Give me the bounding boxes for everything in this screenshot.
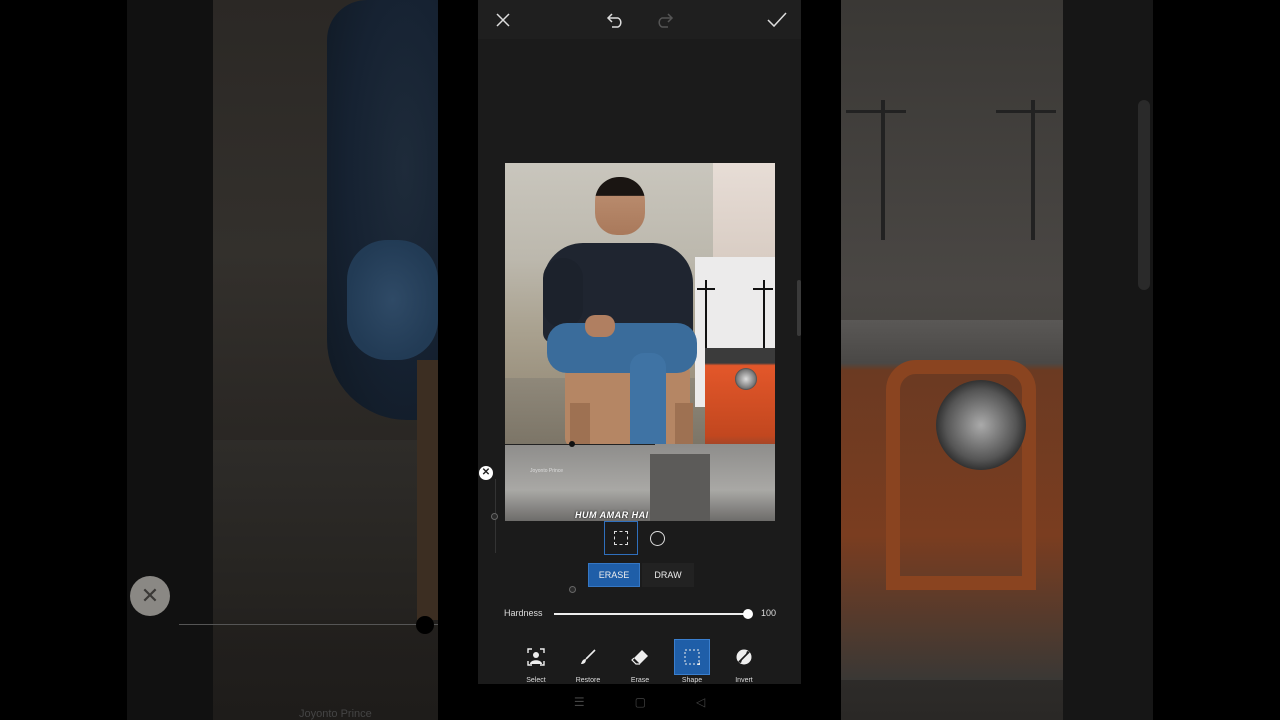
tool-label: Restore: [575, 677, 601, 684]
backdrop-pole-bar: [846, 110, 906, 113]
undo-icon[interactable]: [604, 9, 628, 31]
background-right-blur: [841, 0, 1153, 720]
remove-shape-icon[interactable]: ✕: [479, 466, 493, 480]
select-person-icon: [518, 639, 554, 675]
photo-person-arm: [543, 258, 583, 328]
backdrop-line: [179, 624, 438, 625]
backdrop-pole-bar: [996, 110, 1056, 113]
hardness-label: Hardness: [504, 608, 543, 618]
shape-selector: [604, 521, 674, 555]
tool-restore[interactable]: Restore: [562, 639, 614, 685]
photo-pink-patch: [713, 163, 775, 257]
circle-shape-icon: [649, 530, 665, 546]
hardness-slider[interactable]: [554, 609, 753, 619]
photo-person-jeans: [547, 323, 697, 373]
hardness-value: 100: [761, 608, 777, 618]
photo-caption-text: HUM AMAR HAI: [575, 510, 649, 520]
backdrop-chair: [417, 360, 438, 620]
photo-jeep-lamp: [735, 368, 757, 390]
backdrop-jeep-lamp: [936, 380, 1026, 470]
backdrop-dot: [416, 616, 434, 634]
photo-layer[interactable]: Joyonto Prince HUM AMAR HAI: [505, 163, 775, 521]
rectangle-shape-button[interactable]: [604, 521, 638, 555]
tool-label: Erase: [630, 677, 650, 684]
phone-screen: Joyonto Prince HUM AMAR HAI ✕ ERASE DRAW…: [478, 0, 801, 684]
erase-mode-button[interactable]: ERASE: [588, 563, 640, 587]
backdrop-close-icon: ✕: [130, 576, 170, 616]
bottom-toolbar: Select Restore Erase Shape Invert: [510, 639, 770, 685]
shape-erase-region-part: [650, 454, 710, 521]
backdrop-floor: [213, 440, 438, 620]
hardness-slider-thumb[interactable]: [743, 609, 753, 619]
tool-shape[interactable]: Shape: [666, 639, 718, 685]
tool-select[interactable]: Select: [510, 639, 562, 685]
tool-label: Select: [526, 677, 546, 684]
photo-person-head: [595, 177, 645, 235]
side-scroll-handle[interactable]: [797, 280, 801, 336]
invert-icon: [726, 639, 762, 675]
editing-canvas[interactable]: Joyonto Prince HUM AMAR HAI ✕: [478, 39, 801, 553]
tool-label: Shape: [681, 677, 703, 684]
watermark-text: Joyonto Prince: [530, 468, 564, 474]
tool-erase[interactable]: Erase: [614, 639, 666, 685]
shape-icon: [674, 639, 710, 675]
hardness-slider-row: Hardness 100: [504, 606, 784, 622]
selection-edge: [505, 444, 655, 445]
draw-mode-button[interactable]: DRAW: [642, 563, 694, 587]
backdrop-pole: [1031, 100, 1035, 240]
backdrop-pole: [881, 100, 885, 240]
close-icon[interactable]: [492, 10, 514, 30]
eraser-icon: [622, 639, 658, 675]
menu-icon[interactable]: ☰: [574, 695, 585, 709]
mode-toggle: ERASE DRAW: [588, 563, 694, 587]
circle-shape-button[interactable]: [640, 521, 674, 555]
hardness-slider-fill: [554, 613, 748, 615]
redo-icon[interactable]: [652, 9, 676, 31]
backdrop-scroll-shadow: [1138, 100, 1150, 290]
photo-pole-bar: [697, 288, 715, 290]
photo-pole-bar: [753, 288, 773, 290]
selection-handle[interactable]: [569, 441, 575, 447]
photo-person-hand: [585, 315, 615, 337]
brush-icon: [570, 639, 606, 675]
home-icon[interactable]: ▢: [635, 695, 646, 709]
background-left-blur: ✕ Joyonto Prince: [127, 0, 438, 720]
shape-corner-handle[interactable]: [491, 513, 498, 520]
rectangle-shape-icon: [614, 531, 628, 545]
back-icon[interactable]: ◁: [696, 695, 705, 709]
backdrop-caption: Joyonto Prince: [299, 708, 372, 720]
top-bar: [478, 0, 801, 39]
check-icon[interactable]: [765, 10, 789, 30]
backdrop-knee: [347, 240, 438, 360]
tool-label: Invert: [735, 677, 753, 684]
shape-corner-handle[interactable]: [569, 586, 576, 593]
system-nav-bar: ☰ ▢ ◁: [478, 684, 801, 720]
tool-invert[interactable]: Invert: [718, 639, 770, 685]
